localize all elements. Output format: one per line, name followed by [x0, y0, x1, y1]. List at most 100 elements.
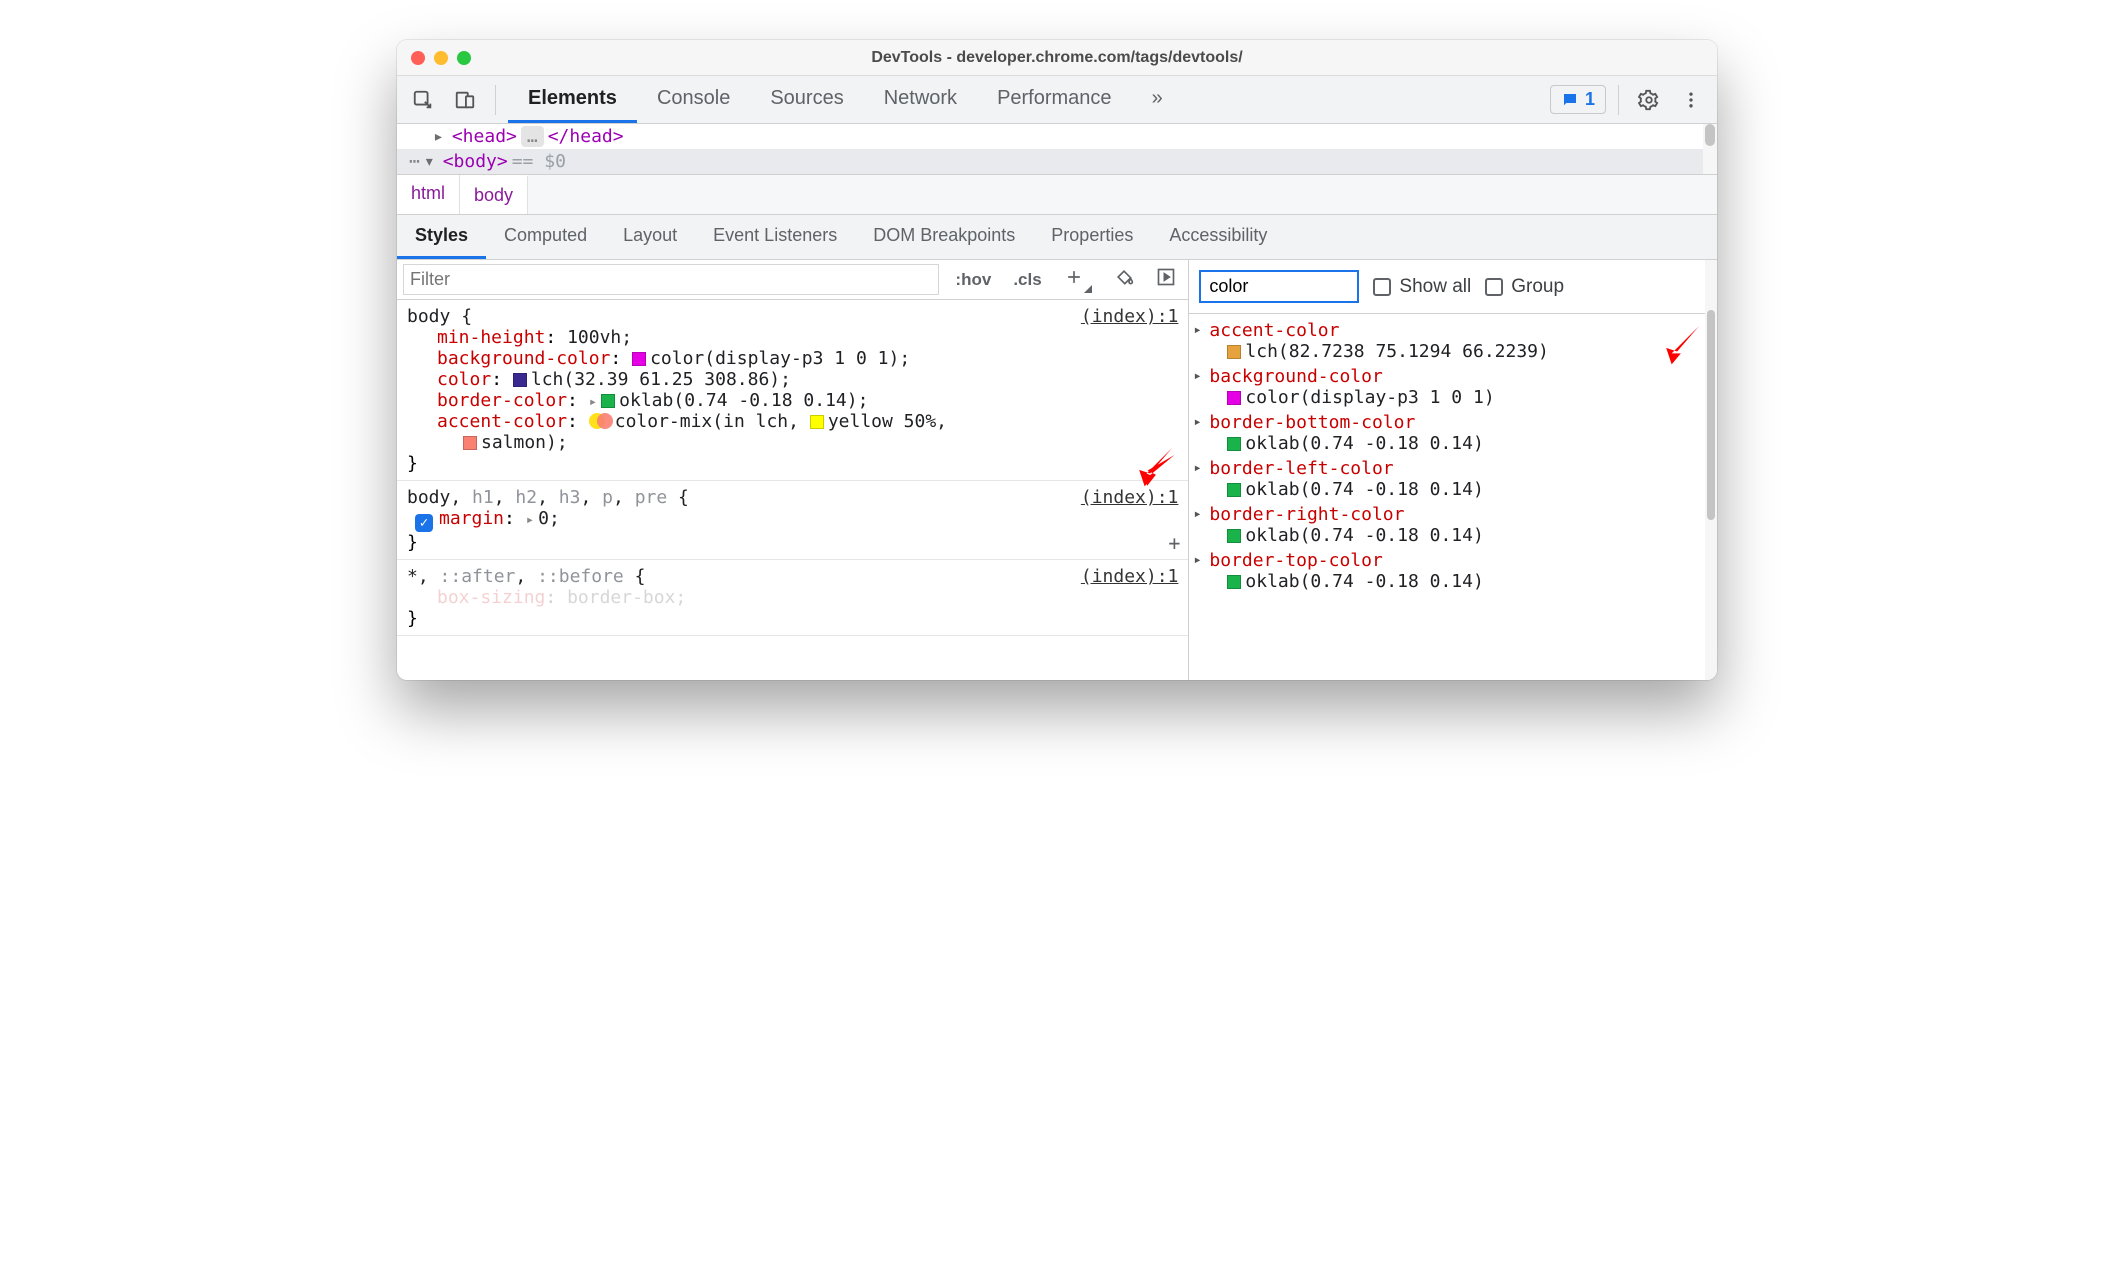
dom-tree[interactable]: <head> … </head> ⋯ <body> == $0 — [397, 124, 1717, 174]
hov-button[interactable]: :hov — [949, 268, 997, 292]
computed-toggle-icon[interactable] — [1150, 265, 1182, 294]
selector[interactable]: *, ::after, ::before { — [407, 566, 1178, 587]
titlebar: DevTools - developer.chrome.com/tags/dev… — [397, 40, 1717, 76]
css-rule[interactable]: (index):1body, h1, h2, h3, p, pre {✓marg… — [397, 481, 1188, 560]
declaration[interactable]: border-color: oklab(0.74 -0.18 0.14); — [407, 390, 1178, 411]
dom-head-row[interactable]: <head> … </head> — [397, 124, 1717, 149]
property-name: box-sizing — [437, 587, 545, 608]
device-toggle-icon[interactable] — [447, 82, 483, 118]
source-link[interactable]: (index):1 — [1081, 566, 1179, 587]
checkbox-icon — [1485, 278, 1503, 296]
crumb-html[interactable]: html — [397, 175, 460, 214]
selector[interactable]: body { — [407, 306, 1178, 327]
computed-filter-input[interactable] — [1199, 270, 1359, 303]
close-icon[interactable] — [411, 51, 425, 65]
separator — [495, 85, 496, 115]
property-name: border-bottom-color — [1209, 412, 1415, 433]
property-value: lch(82.7238 75.1294 66.2239) — [1245, 341, 1548, 362]
show-all-checkbox[interactable]: Show all — [1373, 276, 1471, 298]
tab-network[interactable]: Network — [864, 76, 977, 123]
subtab-layout[interactable]: Layout — [605, 215, 695, 259]
color-swatch-icon[interactable] — [632, 352, 646, 366]
color-swatch-icon[interactable] — [1227, 391, 1241, 405]
selector[interactable]: body, h1, h2, h3, p, pre { — [407, 487, 1178, 508]
new-rule-button[interactable] — [1058, 265, 1099, 295]
tab-performance[interactable]: Performance — [977, 76, 1132, 123]
color-swatch-icon[interactable] — [601, 394, 615, 408]
color-swatch-icon[interactable] — [513, 373, 527, 387]
inspect-icon[interactable] — [405, 82, 441, 118]
maximize-icon[interactable] — [457, 51, 471, 65]
settings-icon[interactable] — [1631, 82, 1667, 118]
subtab-properties[interactable]: Properties — [1033, 215, 1151, 259]
property-name: accent-color — [437, 411, 567, 432]
subtab-accessibility[interactable]: Accessibility — [1151, 215, 1285, 259]
subtab-event-listeners[interactable]: Event Listeners — [695, 215, 855, 259]
group-label: Group — [1511, 276, 1564, 298]
subtab-styles[interactable]: Styles — [397, 215, 486, 259]
styles-filter-input[interactable] — [403, 264, 939, 295]
declaration[interactable]: ✓margin: 0; — [407, 508, 1178, 532]
css-rule[interactable]: (index):1body {min-height: 100vh;backgro… — [397, 300, 1188, 481]
minimize-icon[interactable] — [434, 51, 448, 65]
annotation-arrow-icon — [1657, 324, 1701, 368]
property-name: min-height — [437, 327, 545, 348]
tab-more[interactable]: » — [1132, 76, 1183, 123]
property-name: border-color — [437, 390, 567, 411]
enabled-checkbox[interactable]: ✓ — [415, 514, 433, 532]
color-swatch-icon[interactable] — [1227, 529, 1241, 543]
styles-body: (index):1body {min-height: 100vh;backgro… — [397, 300, 1188, 680]
declaration[interactable]: background-color: color(display-p3 1 0 1… — [407, 348, 1178, 369]
more-menu-icon[interactable] — [1673, 82, 1709, 118]
color-swatch-icon[interactable] — [463, 436, 477, 450]
subtab-dom-breakpoints[interactable]: DOM Breakpoints — [855, 215, 1033, 259]
computed-property[interactable]: background-colorcolor(display-p3 1 0 1) — [1189, 364, 1717, 410]
color-swatch-icon[interactable] — [810, 415, 824, 429]
computed-property[interactable]: border-left-coloroklab(0.74 -0.18 0.14) — [1189, 456, 1717, 502]
declaration[interactable]: box-sizing: border-box; — [407, 587, 1178, 608]
property-name: border-top-color — [1209, 550, 1382, 571]
expand-icon[interactable] — [589, 390, 601, 411]
declaration[interactable]: color: lch(32.39 61.25 308.86); — [407, 369, 1178, 390]
computed-property[interactable]: border-right-coloroklab(0.74 -0.18 0.14) — [1189, 502, 1717, 548]
collapse-icon[interactable] — [424, 151, 439, 172]
property-name: background-color — [1209, 366, 1382, 387]
property-value: color(display-p3 1 0 1) — [1245, 387, 1494, 408]
source-link[interactable]: (index):1 — [1081, 306, 1179, 327]
dom-body-row[interactable]: ⋯ <body> == $0 — [397, 149, 1717, 174]
scrollbar[interactable] — [1705, 260, 1717, 680]
color-swatch-icon[interactable] — [1227, 483, 1241, 497]
color-swatch-icon[interactable] — [1227, 575, 1241, 589]
property-value: 100vh; — [567, 327, 632, 348]
expand-icon[interactable] — [526, 508, 538, 529]
expand-icon[interactable] — [433, 126, 448, 147]
issues-badge[interactable]: 1 — [1550, 85, 1606, 114]
css-rule[interactable]: (index):1*, ::after, ::before {box-sizin… — [397, 560, 1188, 636]
computed-property[interactable]: accent-colorlch(82.7238 75.1294 66.2239) — [1189, 318, 1717, 364]
ellipsis-icon[interactable]: … — [521, 126, 544, 147]
dots-icon: ⋯ — [409, 151, 420, 172]
declaration[interactable]: accent-color: color-mix(in lch, yellow 5… — [407, 411, 1178, 432]
computed-property[interactable]: border-top-coloroklab(0.74 -0.18 0.14) — [1189, 548, 1717, 594]
group-checkbox[interactable]: Group — [1485, 276, 1564, 298]
computed-body: accent-colorlch(82.7238 75.1294 66.2239)… — [1189, 314, 1717, 680]
color-swatch-icon[interactable] — [1227, 345, 1241, 359]
add-declaration-button[interactable]: + — [1168, 531, 1180, 555]
subtab-computed[interactable]: Computed — [486, 215, 605, 259]
scrollbar[interactable] — [1703, 124, 1717, 174]
crumb-body[interactable]: body — [460, 175, 528, 214]
color-mix-icon[interactable] — [589, 413, 611, 429]
computed-property[interactable]: border-bottom-coloroklab(0.74 -0.18 0.14… — [1189, 410, 1717, 456]
tab-elements[interactable]: Elements — [508, 76, 637, 123]
tab-sources[interactable]: Sources — [750, 76, 863, 123]
cls-button[interactable]: .cls — [1007, 268, 1047, 292]
body-open-tag: <body> — [443, 151, 508, 172]
head-open-tag: <head> — [452, 126, 517, 147]
color-swatch-icon[interactable] — [1227, 437, 1241, 451]
property-name: accent-color — [1209, 320, 1339, 341]
source-link[interactable]: (index):1 — [1081, 487, 1179, 508]
tab-console[interactable]: Console — [637, 76, 750, 123]
declaration[interactable]: min-height: 100vh; — [407, 327, 1178, 348]
main-tabs: Elements Console Sources Network Perform… — [508, 76, 1183, 123]
paint-bucket-icon[interactable] — [1108, 265, 1140, 294]
